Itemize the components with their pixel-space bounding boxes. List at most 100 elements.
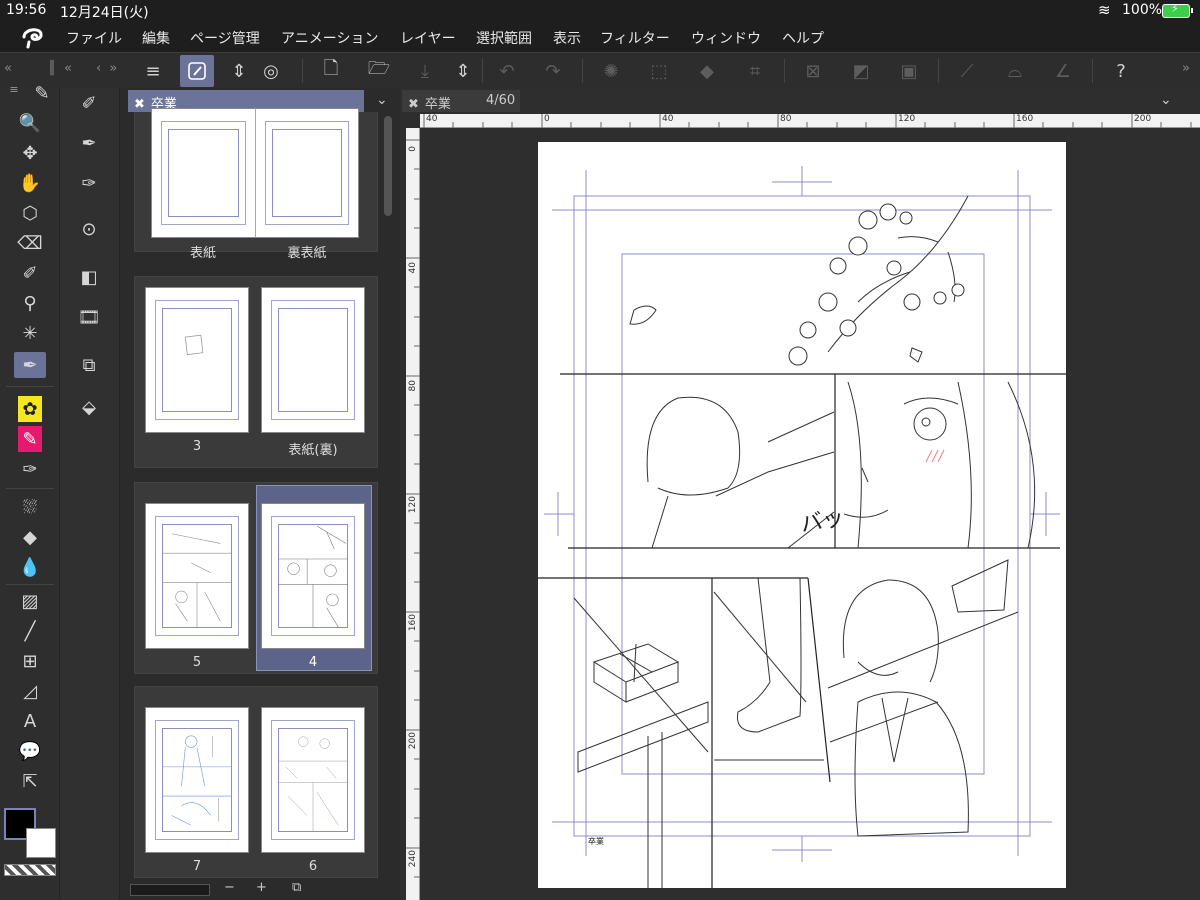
vertical-ruler: 0 40 80 120 160 200 240 (406, 128, 420, 900)
sub-color-swatch[interactable] (26, 828, 56, 858)
menu-layer[interactable]: レイヤー (400, 28, 456, 48)
page-thumb-5[interactable] (145, 503, 249, 649)
fill-bucket-icon[interactable]: ⌓ (998, 55, 1032, 87)
operation-tool-icon[interactable]: ⇱ (14, 768, 46, 794)
undo-icon[interactable]: ↶ (490, 55, 524, 87)
save-icon[interactable]: ⤓ (408, 55, 442, 87)
menu-view[interactable]: 表示 (553, 28, 581, 48)
menu-file[interactable]: ファイル (66, 28, 122, 48)
chevron-updown-icon[interactable]: ⇕ (446, 55, 480, 87)
page-thumb-6[interactable] (261, 707, 365, 853)
panel-collapse-right-icon[interactable]: » (1182, 61, 1192, 76)
page-list-scrollbar[interactable] (384, 116, 392, 216)
zoom-tool-icon[interactable]: 🔍 (14, 110, 46, 136)
select-area-icon[interactable]: ⬚ (642, 55, 676, 87)
crop-icon[interactable]: ▣ (892, 55, 926, 87)
menu-animation[interactable]: アニメーション (281, 28, 378, 48)
selection-pen-icon[interactable]: ✐ (14, 260, 46, 286)
balloon-tool-icon[interactable]: 💬 (14, 738, 46, 764)
transform-icon[interactable]: ⌗ (738, 55, 772, 87)
panel-collapse-left-icon[interactable]: « (4, 61, 14, 76)
menu-window[interactable]: ウィンドウ (691, 28, 761, 48)
gradient-tool-icon[interactable]: ▨ (14, 588, 46, 614)
move-tool-icon[interactable]: ✥ (14, 140, 46, 166)
pen-settings-icon[interactable] (180, 55, 214, 87)
ruler-v-tick: 240 (408, 850, 418, 868)
text-tool-icon[interactable]: A (14, 708, 46, 734)
new-file-icon[interactable]: 🗋 (314, 55, 348, 87)
ruler-tool-icon[interactable]: ◿ (14, 678, 46, 704)
menu-edit[interactable]: 編集 (142, 28, 170, 48)
chevron-updown-icon[interactable]: ⇕ (222, 55, 256, 87)
object-tool-icon[interactable]: ⬡ (14, 200, 46, 226)
palette-menu-icon[interactable]: ≡ (4, 82, 24, 96)
hand-tool-icon[interactable]: ✋ (14, 170, 46, 196)
app-logo-icon[interactable] (20, 25, 46, 49)
loading-icon[interactable]: ✺ (594, 55, 628, 87)
timeline-icon[interactable]: 🎞 (72, 302, 106, 332)
menu-icon[interactable]: ≡ (136, 55, 170, 87)
decoration-tool-icon[interactable]: ✿ (18, 396, 42, 422)
canvas-area[interactable]: ✖ 卒業 4/60 ⌄ 40 0 40 80 120 160 200 0 40 … (400, 88, 1200, 900)
page-thumb-inside-back[interactable] (261, 287, 365, 433)
close-icon[interactable]: ✖ (134, 97, 145, 112)
menu-filter[interactable]: フィルター (600, 28, 670, 48)
zoom-out-button[interactable]: − (224, 880, 235, 895)
ruler-h-tick: 200 (1134, 114, 1152, 124)
page-thumb-7[interactable] (145, 707, 249, 853)
deselect-icon[interactable]: ⊠ (796, 55, 830, 87)
menu-selection[interactable]: 選択範囲 (476, 28, 532, 48)
invert-selection-icon[interactable]: ◩ (844, 55, 878, 87)
spread-3[interactable]: 3 表紙(裏) (134, 276, 378, 468)
page-label-3: 3 (192, 439, 202, 454)
manga-page-canvas[interactable]: バッ 卒業 (538, 142, 1066, 888)
chevron-down-icon[interactable]: ⌄ (376, 92, 388, 108)
pen-subtool-icon[interactable]: ✐ (72, 88, 106, 118)
menu-page-management[interactable]: ページ管理 (190, 28, 260, 48)
open-folder-icon[interactable]: 🗁 (362, 55, 396, 87)
line-tool-icon[interactable]: ╱ (14, 618, 46, 644)
layers-icon[interactable]: ⧉ (72, 350, 106, 380)
frame-tool-icon[interactable]: ⊞ (14, 648, 46, 674)
page-thumb-4[interactable] (261, 503, 365, 649)
status-bar: 19:56 12月24日(火) ≋ 100% ⚡ (0, 0, 1200, 22)
transparent-color-swatch[interactable] (4, 864, 56, 876)
spiral-icon[interactable]: ◎ (254, 55, 288, 87)
page-list-options-icon[interactable]: ⧉ (292, 880, 301, 895)
redo-icon[interactable]: ↷ (536, 55, 570, 87)
pen-tool-icon[interactable]: ✒ (14, 352, 46, 378)
pen-line-icon[interactable]: ∠ (1046, 55, 1080, 87)
fill-tool-icon[interactable]: ◆ (14, 524, 46, 550)
color-panel-icon[interactable]: ◧ (72, 262, 106, 292)
panel-grip-icon[interactable]: ║ (48, 61, 58, 76)
layer-property-icon[interactable]: ⬙ (72, 392, 106, 422)
panel-collapse-icon[interactable]: « (64, 61, 74, 76)
chevron-down-icon[interactable]: ⌄ (1160, 92, 1172, 108)
blend-tool-icon[interactable]: 💧 (14, 554, 46, 580)
airbrush-tool-icon[interactable]: ✎ (18, 426, 42, 452)
fill-icon[interactable]: ◆ (690, 55, 724, 87)
thumbnail-size-slider[interactable] (130, 884, 210, 896)
close-icon[interactable]: ✖ (408, 97, 419, 112)
magic-wand-icon[interactable]: ✳ (14, 320, 46, 346)
zoom-in-button[interactable]: + (256, 880, 267, 895)
spray-tool-icon[interactable]: ⛆ (14, 494, 46, 520)
pen-target-subtool-icon[interactable]: ✑ (72, 168, 106, 198)
panel-nav-icon[interactable]: ‹ » (96, 61, 119, 76)
spread-7[interactable]: 7 6 (134, 686, 378, 878)
pen-settings-subtool-icon[interactable]: ✒ (72, 128, 106, 158)
page-thumb-3[interactable] (145, 287, 249, 433)
page-thumb-cover[interactable] (151, 108, 255, 238)
eyedropper-icon[interactable]: ⚲ (14, 290, 46, 316)
brush-tool-icon[interactable]: ✎ (28, 80, 56, 106)
page-thumb-back-cover[interactable] (255, 108, 359, 238)
ruler-h-tick: 120 (898, 114, 916, 124)
spread-5[interactable]: 5 4 (134, 482, 378, 674)
navigator-icon[interactable]: ⊙ (72, 214, 106, 244)
brush-icon[interactable]: ⟋ (950, 55, 984, 87)
vector-pen-icon[interactable]: ✑ (14, 456, 46, 482)
menu-help[interactable]: ヘルプ (782, 28, 824, 48)
eraser-tool-icon[interactable]: ⌫ (14, 230, 46, 256)
spread-cover[interactable]: 表紙 裏表紙 (134, 108, 378, 261)
help-icon[interactable]: ? (1104, 55, 1138, 87)
